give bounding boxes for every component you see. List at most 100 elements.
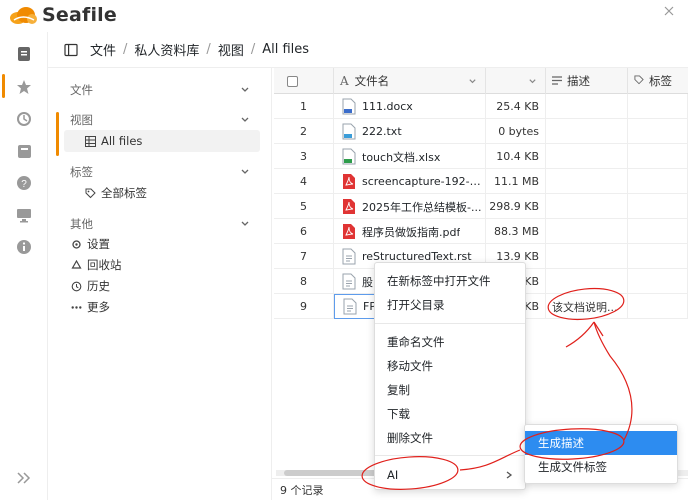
menu-open-parent-folder[interactable]: 打开父目录: [375, 293, 525, 317]
file-icon: [342, 273, 362, 290]
file-name[interactable]: 222.txt: [362, 125, 402, 138]
file-tags[interactable]: [628, 119, 688, 144]
file-name-cell[interactable]: 111.docx: [334, 94, 486, 119]
file-description[interactable]: [546, 144, 628, 169]
chevron-down-icon[interactable]: [468, 77, 477, 86]
file-name-cell[interactable]: screencapture-192-168...: [334, 169, 486, 194]
nav-item-label: 更多: [87, 300, 110, 314]
file-tags[interactable]: [628, 194, 688, 219]
file-tags[interactable]: [628, 219, 688, 244]
menu-open-in-new-tab[interactable]: 在新标签中打开文件: [375, 269, 525, 293]
menu-rename-file[interactable]: 重命名文件: [375, 330, 525, 354]
active-indicator: [2, 74, 5, 98]
library-nav-panel: 文件 视图 All files 标签 全部标签 其他 设置 回收站 历史 更多: [48, 68, 272, 500]
file-tags[interactable]: [628, 94, 688, 119]
close-icon[interactable]: [664, 6, 674, 16]
file-name-cell[interactable]: 2025年工作总结模板-...: [334, 194, 486, 219]
table-row[interactable]: 2 222.txt 0 bytes: [274, 119, 688, 144]
file-size: 10.4 KB: [486, 144, 546, 169]
menu-delete-file[interactable]: 删除文件: [375, 426, 525, 450]
breadcrumb-item-files[interactable]: 文件: [90, 40, 116, 59]
pdf-icon: [342, 173, 362, 190]
nav-item-all-files[interactable]: All files: [84, 134, 142, 148]
file-description[interactable]: [546, 94, 628, 119]
chevron-down-icon[interactable]: [240, 85, 250, 95]
annotation-arrowhead: [593, 321, 604, 337]
nav-item-more[interactable]: 更多: [70, 299, 110, 315]
nav-section-tags[interactable]: 标签: [70, 164, 93, 180]
nav-item-all-tags[interactable]: 全部标签: [84, 185, 147, 201]
history-icon[interactable]: [14, 109, 34, 129]
file-tags[interactable]: [628, 244, 688, 269]
file-size: 11.1 MB: [486, 169, 546, 194]
file-name[interactable]: 程序员做饭指南.pdf: [362, 224, 460, 240]
breadcrumb-item-library[interactable]: 私人资料库: [134, 40, 199, 59]
expand-sidebar-icon[interactable]: [14, 468, 34, 488]
table-row[interactable]: 1 111.docx 25.4 KB: [274, 94, 688, 119]
file-tags[interactable]: [628, 144, 688, 169]
help-icon[interactable]: ?: [14, 173, 34, 193]
breadcrumb-item-views[interactable]: 视图: [218, 40, 244, 59]
file-size: 0 bytes: [486, 119, 546, 144]
table-row[interactable]: 4 screencapture-192-168...11.1 MB: [274, 169, 688, 194]
files-icon[interactable]: [14, 44, 34, 64]
column-header-tags[interactable]: 标签: [628, 68, 688, 94]
nav-section-files[interactable]: 文件: [70, 82, 93, 98]
table-row[interactable]: 3 touch文档.xlsx 10.4 KB: [274, 144, 688, 169]
file-name[interactable]: touch文档.xlsx: [362, 149, 440, 165]
file-name[interactable]: screencapture-192-168...: [362, 175, 485, 188]
chevron-down-icon[interactable]: [240, 167, 250, 177]
file-name-cell[interactable]: 222.txt: [334, 119, 486, 144]
sidebar-toggle-icon[interactable]: [64, 43, 78, 57]
wiki-icon[interactable]: [14, 141, 34, 161]
breadcrumb-separator: /: [206, 42, 211, 57]
file-description[interactable]: [546, 219, 628, 244]
column-header-name[interactable]: A 文件名: [334, 68, 486, 94]
file-icon: [343, 298, 363, 315]
star-icon[interactable]: [14, 77, 34, 97]
menu-generate-file-tags[interactable]: 生成文件标签: [525, 455, 677, 479]
nav-section-views[interactable]: 视图: [70, 112, 93, 128]
chevron-down-icon[interactable]: [240, 115, 250, 125]
menu-ai[interactable]: AI: [375, 463, 525, 487]
menu-generate-description[interactable]: 生成描述: [525, 431, 677, 455]
nav-item-trash[interactable]: 回收站: [70, 257, 122, 273]
file-description[interactable]: [546, 269, 628, 294]
file-name[interactable]: 111.docx: [362, 100, 413, 113]
menu-divider: [375, 323, 525, 324]
file-tags[interactable]: [628, 169, 688, 194]
table-row[interactable]: 5 2025年工作总结模板-... 298.9 KB: [274, 194, 688, 219]
nav-section-other[interactable]: 其他: [70, 216, 93, 232]
row-index: 8: [274, 269, 334, 294]
file-name[interactable]: 股: [362, 274, 373, 290]
file-description[interactable]: [546, 194, 628, 219]
info-icon[interactable]: [14, 237, 34, 257]
file-description[interactable]: [546, 169, 628, 194]
file-description[interactable]: 该文档说明...: [546, 294, 628, 319]
file-description[interactable]: [546, 244, 628, 269]
chevron-down-icon[interactable]: [240, 219, 250, 229]
column-header-description[interactable]: 描述: [546, 68, 628, 94]
row-index: 7: [274, 244, 334, 269]
annotation-arrow: [565, 321, 595, 348]
select-all-checkbox[interactable]: [287, 75, 298, 87]
nav-item-history[interactable]: 历史: [70, 278, 110, 294]
menu-move-file[interactable]: 移动文件: [375, 354, 525, 378]
row-index: 5: [274, 194, 334, 219]
devices-icon[interactable]: [14, 205, 34, 225]
breadcrumb-separator: /: [250, 42, 256, 57]
file-name-cell[interactable]: touch文档.xlsx: [334, 144, 486, 169]
seafile-logo-icon: [10, 7, 37, 24]
column-header-size[interactable]: [486, 68, 546, 94]
file-tags[interactable]: [628, 269, 688, 294]
menu-copy[interactable]: 复制: [375, 378, 525, 402]
menu-download[interactable]: 下载: [375, 402, 525, 426]
file-description[interactable]: [546, 119, 628, 144]
file-name[interactable]: 2025年工作总结模板-...: [362, 199, 481, 215]
chevron-down-icon[interactable]: [528, 77, 537, 86]
seafile-logo[interactable]: Seafile: [8, 4, 117, 26]
file-name-cell[interactable]: 程序员做饭指南.pdf: [334, 219, 486, 244]
table-row[interactable]: 6 程序员做饭指南.pdf 88.3 MB: [274, 219, 688, 244]
file-tags[interactable]: [628, 294, 688, 319]
nav-item-settings[interactable]: 设置: [70, 236, 110, 252]
